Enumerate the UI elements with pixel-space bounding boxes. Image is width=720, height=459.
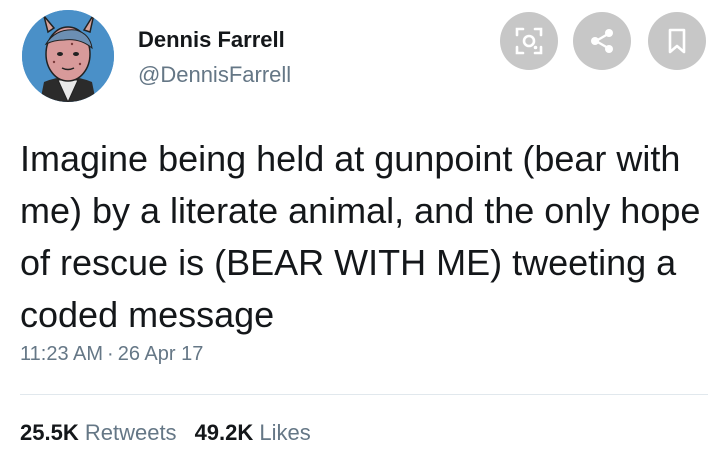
retweets-count: 25.5K: [20, 420, 79, 445]
share-button[interactable]: [573, 12, 631, 70]
tweet-date: 26 Apr 17: [117, 343, 204, 365]
share-icon: [591, 29, 613, 53]
tweet-card: Dennis Farrell @DennisFarrell Imagine be…: [0, 0, 720, 459]
lens-icon: [515, 27, 543, 55]
lens-button[interactable]: [500, 12, 558, 70]
likes-label: Likes: [259, 420, 311, 445]
bookmark-icon: [668, 28, 686, 54]
retweets-stat[interactable]: 25.5K Retweets: [20, 420, 177, 445]
author-handle[interactable]: @DennisFarrell: [138, 62, 291, 88]
meta-separator: ·: [107, 343, 114, 365]
author-display-name[interactable]: Dennis Farrell: [138, 27, 285, 53]
engagement-stats: 25.5K Retweets 49.2K Likes: [20, 420, 329, 446]
divider: [20, 394, 708, 395]
likes-stat[interactable]: 49.2K Likes: [195, 420, 311, 445]
avatar[interactable]: [22, 10, 114, 102]
tweet-time: 11:23 AM: [20, 343, 104, 365]
bookmark-button[interactable]: [648, 12, 706, 70]
tweet-timestamp[interactable]: 11:23 AM · 26 Apr 17: [20, 343, 203, 366]
likes-count: 49.2K: [194, 420, 254, 445]
avatar-illustration: [22, 10, 114, 102]
retweets-label: Retweets: [84, 420, 177, 445]
tweet-text: Imagine being held at gunpoint (bear wit…: [20, 138, 701, 335]
